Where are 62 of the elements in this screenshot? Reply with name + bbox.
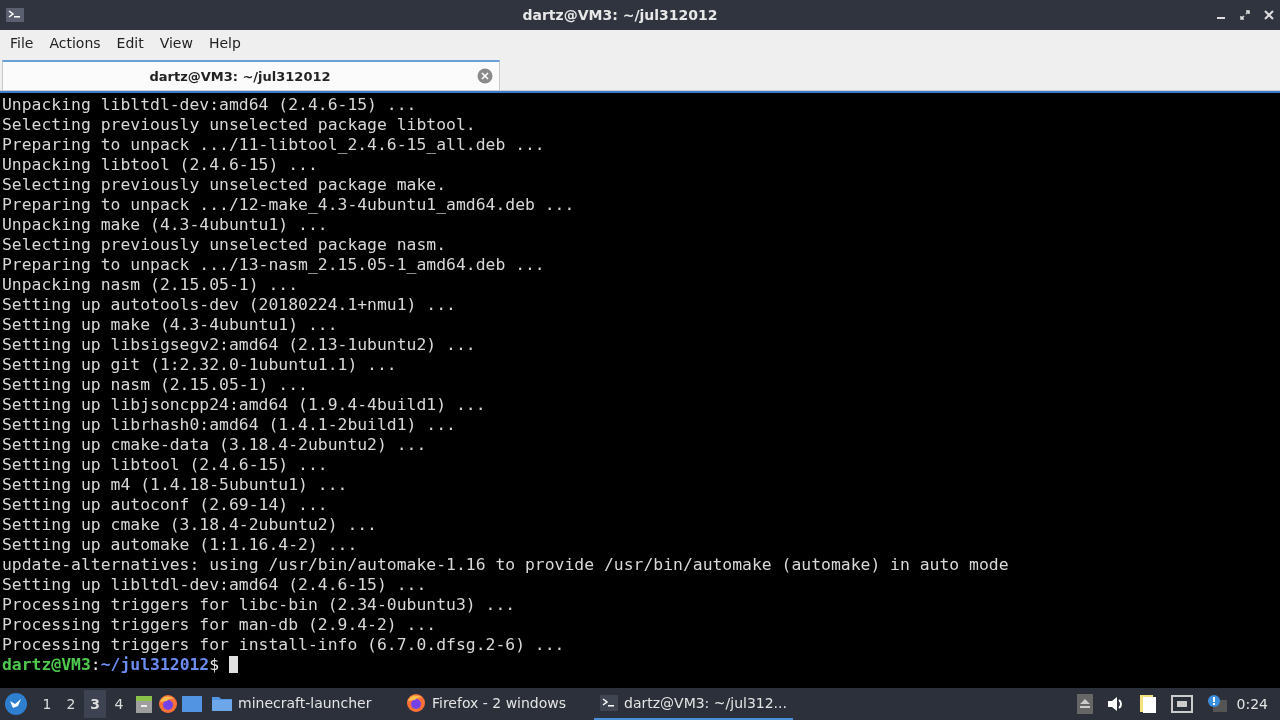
terminal-line: Setting up automake (1:1.16.4-2) ... bbox=[2, 535, 358, 554]
network-icon[interactable] bbox=[1170, 695, 1193, 713]
firefox-icon bbox=[406, 693, 426, 713]
speaker-icon[interactable] bbox=[1106, 696, 1125, 712]
terminal-line: Setting up make (4.3-4ubuntu1) ... bbox=[2, 315, 338, 334]
menu-item[interactable]: Edit bbox=[108, 35, 152, 51]
close-icon[interactable] bbox=[1264, 10, 1274, 20]
notification-icon[interactable] bbox=[1206, 694, 1227, 714]
eject-icon[interactable] bbox=[1076, 694, 1093, 714]
terminal-line: Processing triggers for man-db (2.9.4-2) ... bbox=[2, 615, 437, 634]
terminal-line: Setting up libtool (2.4.6-15) ... bbox=[2, 455, 328, 474]
terminal-line: Setting up librhash0:amd64 (1.4.1-2build1) ... bbox=[2, 415, 456, 434]
terminal-line: update-alternatives: using /usr/bin/automake-1.16 to provide /usr/bin/automake (automake) in auto mode bbox=[2, 555, 1009, 574]
terminal-line: Selecting previously unselected package libtool. bbox=[2, 115, 476, 134]
terminal-line: Setting up libjsoncpp24:amd64 (1.9.4-4build1) ... bbox=[2, 395, 486, 414]
terminal-line: Processing triggers for install-info (6.7.0.dfsg.2-6) ... bbox=[2, 635, 565, 654]
prompt-path: ~/jul312012 bbox=[100, 655, 210, 674]
terminal-line: Setting up libsigsegv2:amd64 (2.13-1ubuntu2) ... bbox=[2, 335, 476, 354]
terminal-line: Setting up autoconf (2.69-14) ... bbox=[2, 495, 328, 514]
terminal-icon bbox=[600, 695, 618, 711]
notes-icon[interactable] bbox=[1138, 694, 1157, 714]
terminal-line: Unpacking nasm (2.15.05-1) ... bbox=[2, 275, 299, 294]
menu-item[interactable]: View bbox=[151, 35, 201, 51]
menu-item[interactable]: Help bbox=[200, 35, 249, 51]
maximize-icon[interactable] bbox=[1240, 10, 1250, 20]
terminal-line: Setting up nasm (2.15.05-1) ... bbox=[2, 375, 308, 394]
folder-icon bbox=[212, 695, 232, 711]
firefox-icon bbox=[158, 694, 178, 714]
terminal-line: Selecting previously unselected package make. bbox=[2, 175, 447, 194]
file-cabinet-icon[interactable] bbox=[134, 694, 154, 714]
menu-item[interactable]: File bbox=[2, 35, 42, 51]
prompt-user: dartz@VM3 bbox=[2, 655, 91, 674]
task-button[interactable]: minecraft-launcher bbox=[206, 688, 396, 720]
terminal-line: Unpacking libltdl-dev:amd64 (2.4.6-15) ... bbox=[2, 95, 417, 114]
terminal-line: Unpacking make (4.3-4ubuntu1) ... bbox=[2, 215, 328, 234]
workspace-button[interactable]: 3 bbox=[84, 690, 106, 718]
terminal-line: Preparing to unpack .../12-make_4.3-4ubuntu1_amd64.deb ... bbox=[2, 195, 575, 214]
terminal-line: Unpacking libtool (2.4.6-15) ... bbox=[2, 155, 318, 174]
terminal-line: Setting up libltdl-dev:amd64 (2.4.6-15) ... bbox=[2, 575, 427, 594]
terminal-line: Setting up cmake (3.18.4-2ubuntu2) ... bbox=[2, 515, 377, 534]
terminal-line: Setting up git (1:2.32.0-1ubuntu1.1) ... bbox=[2, 355, 397, 374]
terminal-line: Setting up m4 (1.4.18-5ubuntu1) ... bbox=[2, 475, 348, 494]
terminal-line: Processing triggers for libc-bin (2.34-0ubuntu3) ... bbox=[2, 595, 516, 614]
text-cursor bbox=[229, 656, 239, 673]
workspace-button[interactable]: 1 bbox=[36, 690, 58, 718]
terminal-line: Preparing to unpack .../11-libtool_2.4.6-15_all.deb ... bbox=[2, 135, 545, 154]
terminal-line: Selecting previously unselected package nasm. bbox=[2, 235, 447, 254]
task-button[interactable]: Firefox - 2 windows bbox=[400, 688, 590, 720]
workspace-button[interactable]: 2 bbox=[60, 690, 82, 718]
prompt-symbol: $ bbox=[209, 655, 220, 674]
terminal-area[interactable] bbox=[0, 91, 1280, 688]
workspace-button[interactable]: 4 bbox=[108, 690, 130, 718]
prompt-separator: : bbox=[90, 655, 101, 674]
terminal-line: Setting up autotools-dev (20180224.1+nmu1) ... bbox=[2, 295, 456, 314]
terminal-line: Preparing to unpack .../13-nasm_2.15.05-1_amd64.deb ... bbox=[2, 255, 545, 274]
menu-item[interactable]: Actions bbox=[41, 35, 109, 51]
terminal-line: Setting up cmake-data (3.18.4-2ubuntu2) ... bbox=[2, 435, 427, 454]
task-button[interactable]: dartz@VM3: ~/jul312... bbox=[594, 688, 793, 720]
terminal-tab[interactable]: dartz@VM3: ~/jul312012 bbox=[2, 60, 500, 90]
clock: 0:24 bbox=[1235, 696, 1269, 712]
terminal-icon bbox=[6, 8, 24, 22]
window-title: dartz@VM3: ~/jul312012 bbox=[521, 7, 719, 23]
